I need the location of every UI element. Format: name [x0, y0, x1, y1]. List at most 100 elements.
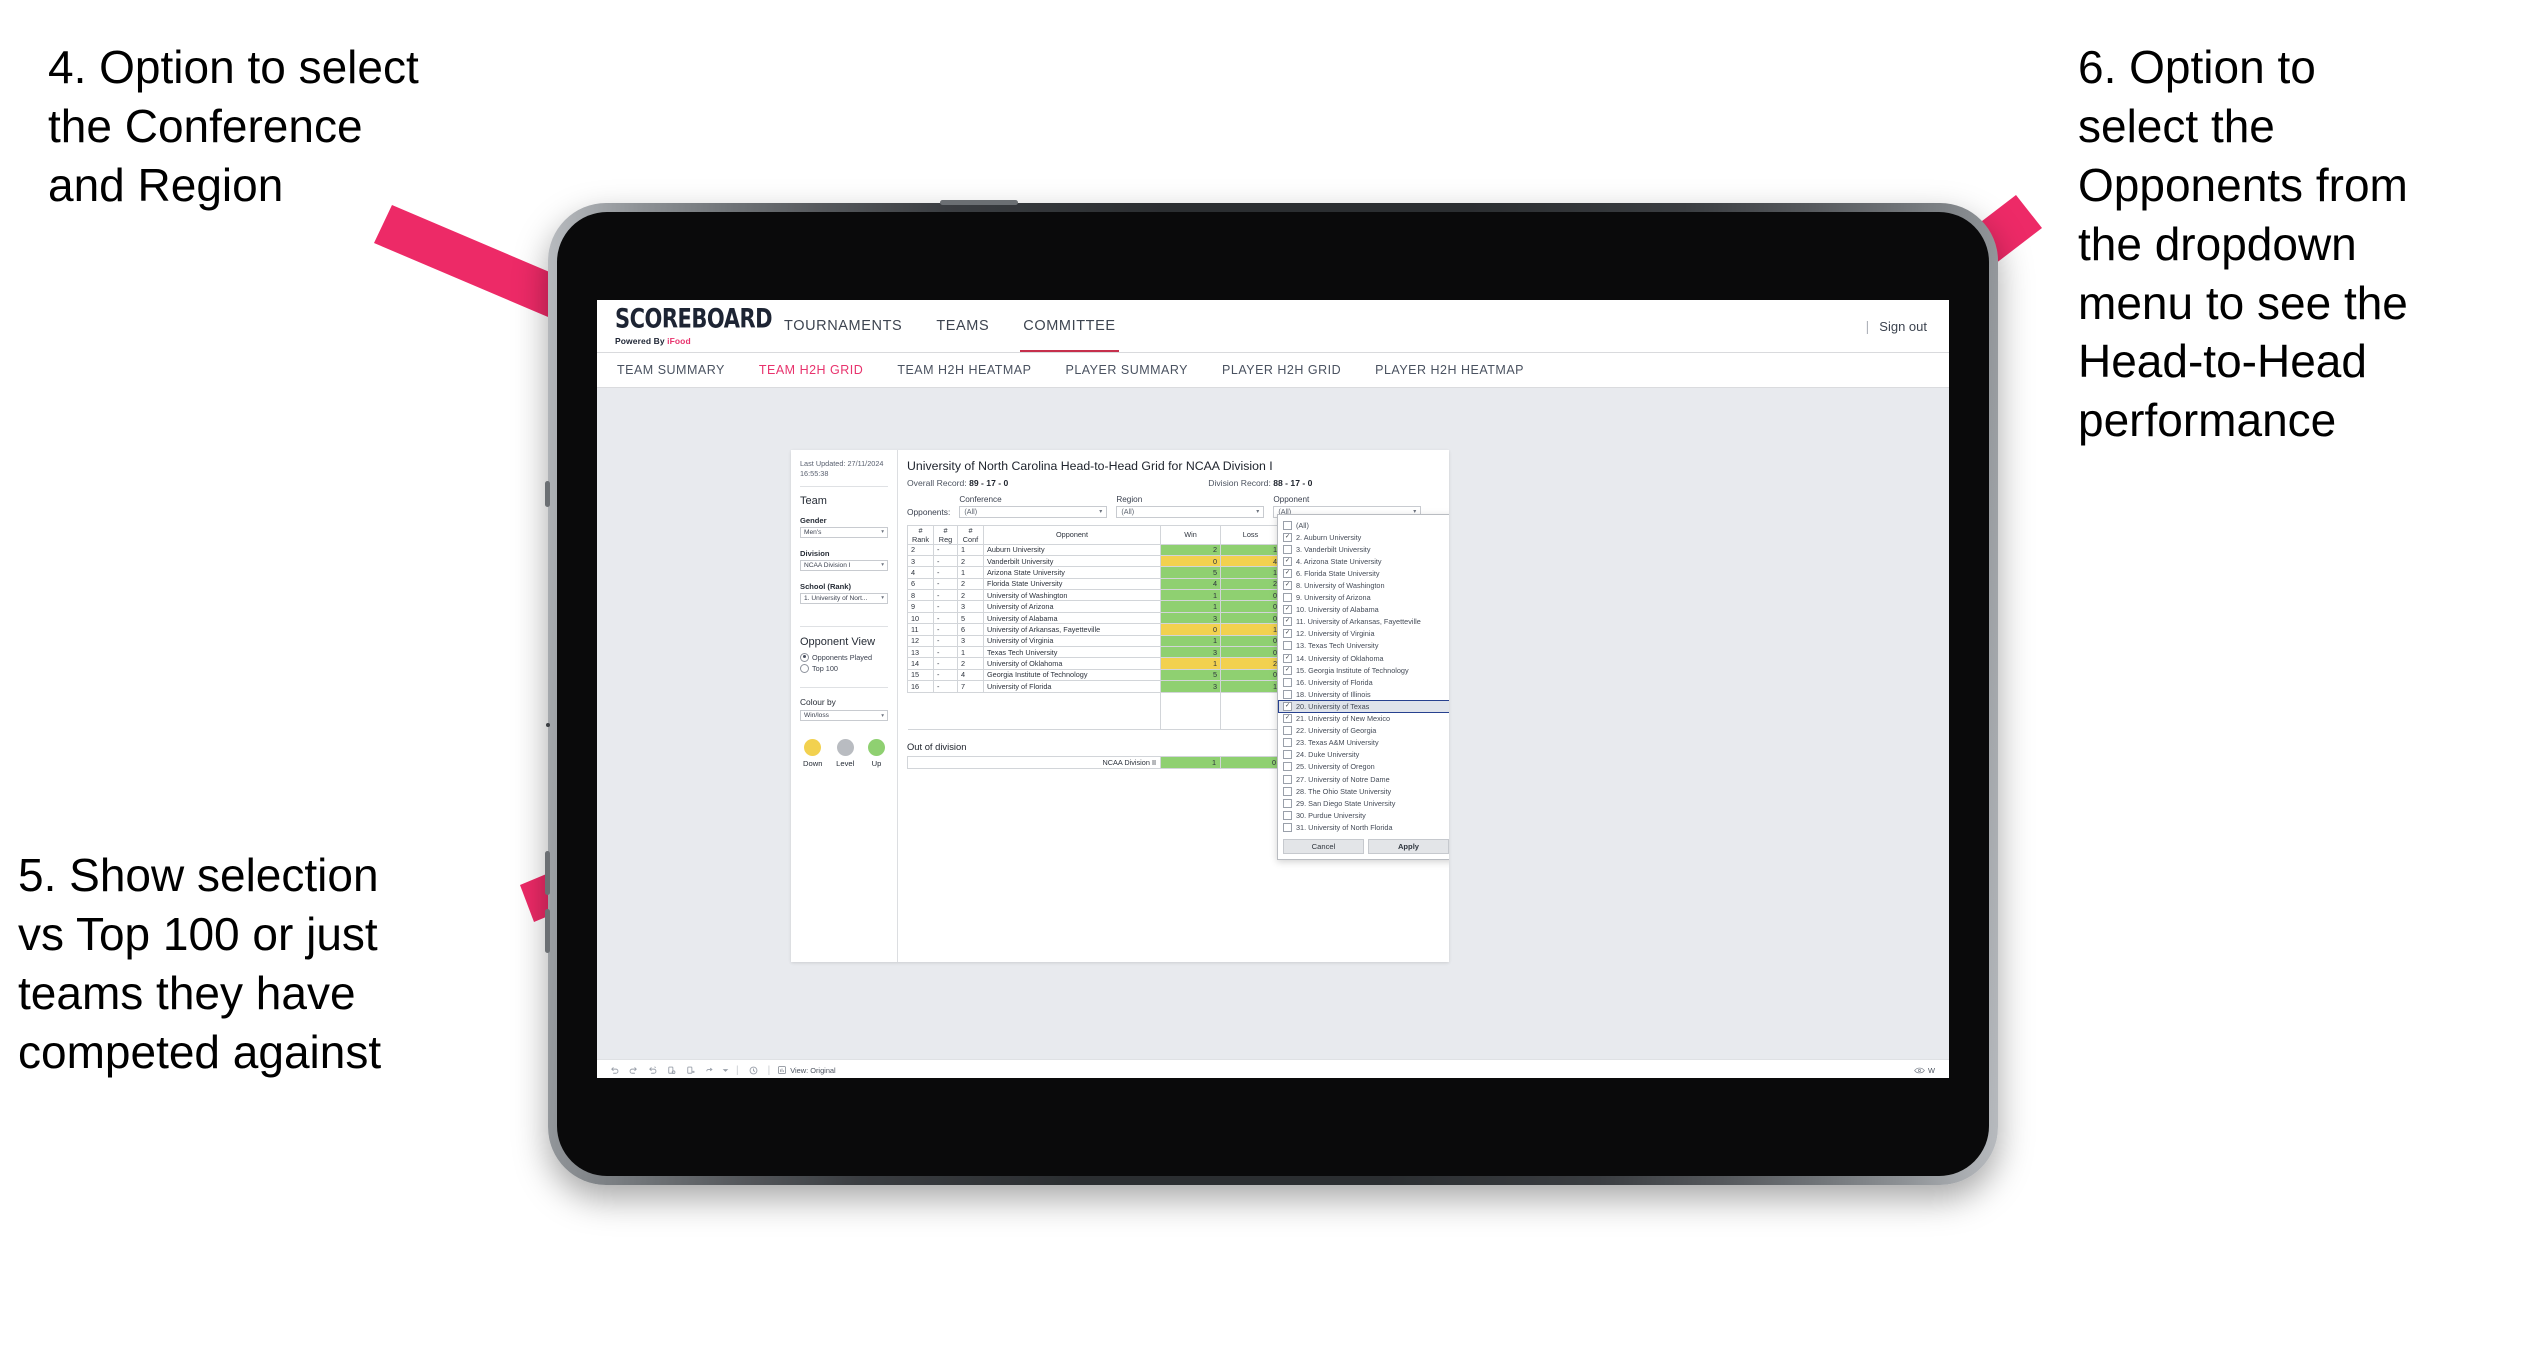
opponent-dropdown-item[interactable]: ✓ 4. Arizona State University [1278, 555, 1449, 567]
subnav-item-team-h2h-heatmap[interactable]: TEAM H2H HEATMAP [880, 363, 1048, 377]
opponent-dropdown-item[interactable]: 27. University of Notre Dame [1278, 773, 1449, 785]
checkbox-icon[interactable] [1283, 677, 1292, 687]
checkbox-icon[interactable] [1283, 798, 1292, 808]
table-row[interactable]: 6-2 Florida State University 4 2 [907, 577, 1305, 591]
pause-icon[interactable] [681, 1061, 700, 1078]
opponent-dropdown-item[interactable]: 22. University of Georgia [1278, 725, 1449, 737]
opponent-dropdown-item[interactable]: 9. University of Arizona [1278, 592, 1449, 604]
table-row[interactable]: 15-4 Georgia Institute of Technology 5 0 [907, 668, 1305, 682]
brand-logo[interactable]: SCOREBOARD Powered By iFood [597, 300, 773, 346]
checkbox-icon[interactable] [1283, 520, 1292, 530]
checkbox-checked-icon[interactable]: ✓ [1283, 556, 1292, 566]
nav-item-teams[interactable]: TEAMS [919, 300, 1006, 352]
checkbox-icon[interactable] [1283, 822, 1292, 832]
clock-icon[interactable] [744, 1061, 763, 1078]
checkbox-icon[interactable] [1283, 593, 1292, 603]
checkbox-checked-icon[interactable]: ✓ [1283, 714, 1292, 724]
table-row[interactable]: 2-1 Auburn University 2 1 [907, 543, 1305, 556]
opponent-dropdown-item[interactable]: ✓ 15. Georgia Institute of Technology [1278, 664, 1449, 676]
opponent-dropdown-item[interactable]: 18. University of Illinois [1278, 688, 1449, 700]
checkbox-icon[interactable] [1283, 774, 1292, 784]
table-row[interactable]: 3-2 Vanderbilt University 0 4 [907, 554, 1305, 568]
table-row[interactable]: 16-7 University of Florida 3 1 [907, 680, 1305, 693]
opponent-dropdown-item[interactable]: 3. Vanderbilt University [1278, 543, 1449, 555]
chevron-down-icon[interactable] [719, 1061, 731, 1078]
opponent-dropdown-item[interactable]: ✓ 2. Auburn University [1278, 531, 1449, 543]
region-select[interactable]: (All) ▾ [1116, 505, 1265, 518]
checkbox-checked-icon[interactable]: ✓ [1283, 605, 1292, 615]
table-row[interactable]: 12-3 University of Virginia 1 0 [907, 634, 1305, 648]
table-row[interactable]: 8-2 University of Washington 1 0 [907, 589, 1305, 602]
revert-icon[interactable] [643, 1061, 662, 1078]
checkbox-checked-icon[interactable]: ✓ [1283, 653, 1292, 663]
school-select[interactable]: 1. University of Nort... ▾ [800, 592, 888, 604]
radio-opponents-played[interactable]: Opponents Played [800, 652, 888, 662]
opponent-dropdown-item[interactable]: 31. University of North Florida [1278, 821, 1449, 833]
table-row[interactable]: 9-3 University of Arizona 1 0 [907, 600, 1305, 613]
checkbox-icon[interactable] [1283, 738, 1292, 748]
gender-select[interactable]: Men's ▾ [800, 526, 888, 538]
checkbox-checked-icon[interactable]: ✓ [1283, 532, 1292, 542]
undo-icon[interactable] [605, 1061, 624, 1078]
checkbox-icon[interactable] [1283, 641, 1292, 651]
opponent-dropdown-item[interactable]: ✓ 21. University of New Mexico [1278, 713, 1449, 725]
view-original-button[interactable]: View: Original [777, 1065, 836, 1075]
volume-down-button[interactable] [545, 909, 550, 953]
table-row[interactable]: 4-1 Arizona State University 5 1 [907, 566, 1305, 579]
sign-out-link[interactable]: Sign out [1879, 319, 1927, 334]
opponent-dropdown-item[interactable]: 13. Texas Tech University [1278, 640, 1449, 652]
checkbox-checked-icon[interactable]: ✓ [1283, 581, 1292, 591]
subnav-item-team-summary[interactable]: TEAM SUMMARY [615, 363, 742, 377]
nav-item-tournaments[interactable]: TOURNAMENTS [767, 300, 919, 352]
opponent-dropdown-item[interactable]: ✓ 6. Florida State University [1278, 567, 1449, 579]
checkbox-icon[interactable] [1283, 726, 1292, 736]
radio-top-100[interactable]: Top 100 [800, 664, 888, 674]
opponent-dropdown-item[interactable]: ✓ 20. University of Texas [1278, 700, 1449, 713]
power-button[interactable] [545, 481, 550, 507]
opponent-dropdown-item[interactable]: ✓ 14. University of Oklahoma [1278, 652, 1449, 664]
opponent-dropdown-item[interactable]: ✓ 11. University of Arkansas, Fayettevill… [1278, 616, 1449, 628]
checkbox-checked-icon[interactable]: ✓ [1283, 617, 1292, 627]
subnav-item-team-h2h-grid[interactable]: TEAM H2H GRID [742, 363, 880, 377]
apply-button[interactable]: Apply [1368, 839, 1449, 855]
opponent-dropdown-menu[interactable]: (All) ✓ 2. Auburn University 3. Vanderbilt … [1277, 514, 1449, 861]
opponent-dropdown-item[interactable]: 23. Texas A&M University [1278, 737, 1449, 749]
checkbox-icon[interactable] [1283, 762, 1292, 772]
colour-by-select[interactable]: Win/loss ▾ [800, 710, 888, 722]
division-select[interactable]: NCAA Division I ▾ [800, 559, 888, 571]
opponent-dropdown-item[interactable]: 24. Duke University [1278, 749, 1449, 761]
opponent-dropdown-item[interactable]: ✓ 8. University of Washington [1278, 579, 1449, 591]
table-row[interactable]: 11-6 University of Arkansas, Fayetteville… [907, 623, 1305, 636]
cancel-button[interactable]: Cancel [1283, 839, 1364, 855]
volume-up-button[interactable] [545, 851, 550, 895]
checkbox-checked-icon[interactable]: ✓ [1283, 629, 1292, 639]
opponent-dropdown-item[interactable]: 28. The Ohio State University [1278, 785, 1449, 797]
checkbox-checked-icon[interactable]: ✓ [1283, 665, 1292, 675]
opponent-dropdown-item[interactable]: 30. Purdue University [1278, 809, 1449, 821]
opponent-dropdown-item[interactable]: (All) [1278, 519, 1449, 531]
table-row[interactable]: 14-2 University of Oklahoma 1 2 [907, 657, 1305, 670]
opponent-dropdown-item[interactable]: 29. San Diego State University [1278, 797, 1449, 809]
conference-select[interactable]: (All) ▾ [959, 505, 1108, 518]
top-button[interactable] [940, 200, 1018, 205]
refresh-icon[interactable] [662, 1061, 681, 1078]
share-icon[interactable] [700, 1061, 719, 1078]
checkbox-icon[interactable] [1283, 810, 1292, 820]
opponent-dropdown-item[interactable]: 16. University of Florida [1278, 676, 1449, 688]
checkbox-checked-icon[interactable]: ✓ [1283, 701, 1292, 711]
checkbox-icon[interactable] [1283, 786, 1292, 796]
opponent-dropdown-item[interactable]: 25. University of Oregon [1278, 761, 1449, 773]
nav-item-committee[interactable]: COMMITTEE [1006, 300, 1132, 352]
redo-icon[interactable] [624, 1061, 643, 1078]
opponent-dropdown-item[interactable]: ✓ 12. University of Virginia [1278, 628, 1449, 640]
subnav-item-player-summary[interactable]: PLAYER SUMMARY [1048, 363, 1205, 377]
checkbox-icon[interactable] [1283, 544, 1292, 554]
checkbox-icon[interactable] [1283, 750, 1292, 760]
opponent-dropdown-item[interactable]: ✓ 10. University of Alabama [1278, 604, 1449, 616]
subnav-item-player-h2h-heatmap[interactable]: PLAYER H2H HEATMAP [1358, 363, 1541, 377]
table-row[interactable]: 13-1 Texas Tech University 3 0 [907, 645, 1305, 659]
subnav-item-player-h2h-grid[interactable]: PLAYER H2H GRID [1205, 363, 1358, 377]
checkbox-checked-icon[interactable]: ✓ [1283, 568, 1292, 578]
table-row[interactable]: 10-5 University of Alabama 3 0 [907, 611, 1305, 625]
checkbox-icon[interactable] [1283, 689, 1292, 699]
